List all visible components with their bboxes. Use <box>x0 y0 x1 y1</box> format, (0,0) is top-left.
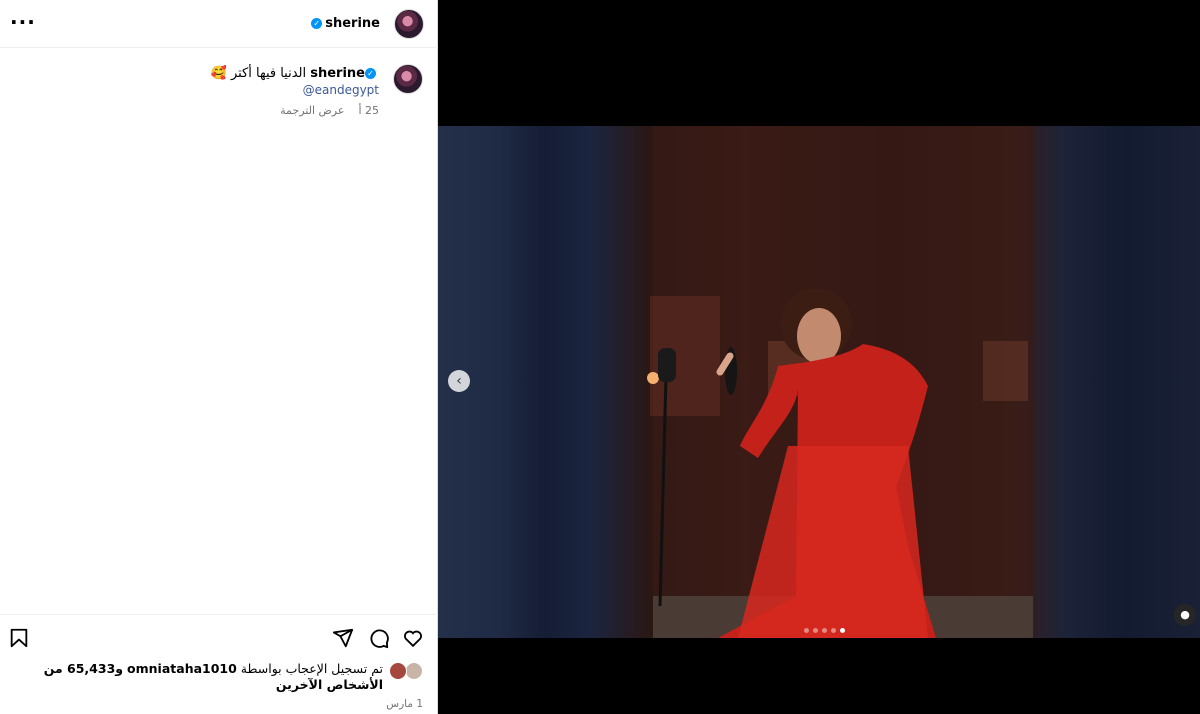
heart-icon[interactable] <box>402 627 424 649</box>
see-translation-link[interactable]: عرض الترجمة <box>280 104 344 117</box>
share-icon[interactable] <box>332 627 354 649</box>
comment-icon[interactable] <box>368 627 390 649</box>
post-header: ··· ✓ sherine <box>0 0 438 48</box>
caption-text: الدنيا فيها أكتر 🥰 <box>210 66 307 81</box>
header-avatar[interactable] <box>394 9 424 39</box>
post-photo: ‹ <box>438 126 1200 638</box>
liker-username[interactable]: omniataha1010 <box>127 661 237 676</box>
action-bar <box>0 614 438 660</box>
mention-link[interactable]: @eandegypt <box>303 83 379 97</box>
likes-summary: تم تسجيل الإعجاب بواسطة omniataha1010 و6… <box>43 661 383 692</box>
caption-meta: 25 أ عرض الترجمة <box>266 104 379 117</box>
carousel-dot <box>813 628 818 633</box>
post-age: 25 أ <box>358 104 379 117</box>
carousel-dot-active <box>840 628 845 633</box>
carousel-dot <box>804 628 809 633</box>
bookmark-icon[interactable] <box>8 627 30 649</box>
media-panel: ‹ ● <box>438 0 1200 714</box>
verified-icon: ✓ <box>311 18 323 29</box>
photo-content <box>647 126 1033 638</box>
carousel-dot <box>822 628 827 633</box>
carousel-dots <box>804 618 849 637</box>
caption-avatar[interactable] <box>393 64 423 94</box>
verified-icon: ✓ <box>365 68 376 79</box>
caption: ✓sherine الدنيا فيها أكتر 🥰 <box>211 66 379 81</box>
post-side-panel: ··· ✓ sherine ✓sherine الدنيا فيها أكتر 🥰… <box>0 0 438 714</box>
user-tag-icon[interactable]: ● <box>1174 604 1196 626</box>
caption-username[interactable]: ✓sherine <box>310 66 379 81</box>
chevron-left-icon[interactable]: ‹ <box>448 370 470 392</box>
carousel-dot <box>831 628 836 633</box>
liker-avatar[interactable] <box>389 662 407 680</box>
header-username[interactable]: ✓ sherine <box>311 16 380 31</box>
more-options-button[interactable]: ··· <box>10 12 36 32</box>
post-date[interactable]: 1 مارس <box>386 698 423 710</box>
liker-avatar[interactable] <box>405 662 423 680</box>
